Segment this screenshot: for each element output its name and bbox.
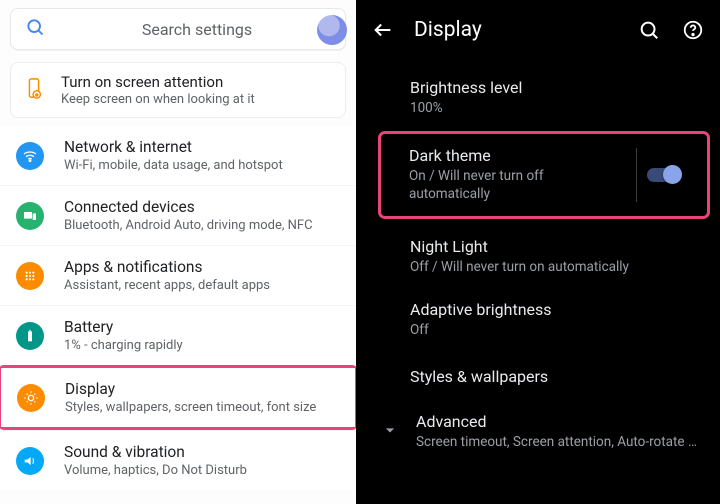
item-title: Adaptive brightness (410, 300, 700, 319)
suggestion-card[interactable]: ✦ Turn on screen attention Keep screen o… (10, 62, 346, 118)
item-subtitle: On / Will never turn off automatically (409, 167, 627, 203)
display-icon (17, 384, 45, 412)
help-button[interactable] (680, 17, 706, 43)
suggestion-title: Turn on screen attention (61, 73, 255, 91)
item-subtitle: Off / Will never turn on automatically (410, 258, 700, 276)
display-list: Brightness level 100% Dark theme On / Wi… (356, 60, 720, 455)
dark-theme-toggle[interactable] (647, 167, 683, 183)
settings-item-sound[interactable]: Sound & vibration Volume, haptics, Do No… (0, 430, 356, 490)
suggestion-subtitle: Keep screen on when looking at it (61, 92, 255, 107)
search-icon (25, 17, 45, 41)
item-title: Display (65, 380, 343, 398)
display-settings-panel: Display Brightness level 100% Dark theme… (356, 0, 720, 504)
account-avatar[interactable] (317, 15, 347, 45)
search-button[interactable] (636, 17, 662, 43)
item-title: Apps & notifications (64, 258, 344, 276)
item-adaptive-brightness[interactable]: Adaptive brightness Off (356, 288, 720, 351)
toggle-divider (636, 148, 637, 201)
topbar: Display (356, 0, 720, 60)
search-placeholder: Search settings (59, 20, 335, 39)
item-dark-theme[interactable]: Dark theme On / Will never turn off auto… (381, 134, 707, 215)
item-title: Sound & vibration (64, 443, 344, 461)
item-title: Brightness level (410, 78, 700, 97)
item-subtitle: Screen timeout, Screen attention, Auto-r… (416, 433, 700, 451)
settings-list: Network & internet Wi-Fi, mobile, data u… (0, 126, 356, 504)
apps-icon (16, 262, 44, 290)
battery-icon (16, 322, 44, 350)
item-subtitle: Wi-Fi, mobile, data usage, and hotspot (64, 158, 344, 173)
item-brightness[interactable]: Brightness level 100% (356, 66, 720, 129)
item-subtitle: Bluetooth, Android Auto, driving mode, N… (64, 218, 344, 233)
item-styles-wallpapers[interactable]: Styles & wallpapers (356, 351, 720, 402)
item-title: Network & internet (64, 138, 344, 156)
screen-attention-icon: ✦ (23, 77, 45, 103)
item-subtitle: Styles, wallpapers, screen timeout, font… (65, 400, 343, 415)
highlight-display: Display Styles, wallpapers, screen timeo… (0, 365, 358, 430)
item-night-light[interactable]: Night Light Off / Will never turn on aut… (356, 225, 720, 288)
item-title: Dark theme (409, 146, 627, 165)
item-subtitle: Off (410, 321, 700, 339)
page-title: Display (414, 18, 618, 42)
item-title: Battery (64, 318, 344, 336)
sound-icon (16, 447, 44, 475)
item-subtitle: 1% - charging rapidly (64, 338, 344, 353)
settings-item-apps[interactable]: Apps & notifications Assistant, recent a… (0, 245, 356, 305)
wifi-icon (16, 142, 44, 170)
chevron-down-icon (380, 420, 400, 444)
item-subtitle: Assistant, recent apps, default apps (64, 278, 344, 293)
item-subtitle: 100% (410, 99, 700, 117)
back-button[interactable] (370, 17, 396, 43)
devices-icon (16, 202, 44, 230)
settings-item-network[interactable]: Network & internet Wi-Fi, mobile, data u… (0, 126, 356, 185)
highlight-dark-theme: Dark theme On / Will never turn off auto… (378, 131, 710, 218)
item-subtitle: Volume, haptics, Do Not Disturb (64, 463, 344, 478)
item-title: Connected devices (64, 198, 344, 216)
item-advanced[interactable]: Advanced Screen timeout, Screen attentio… (356, 402, 720, 455)
settings-panel: Search settings ✦ Turn on screen attenti… (0, 0, 356, 504)
settings-item-battery[interactable]: Battery 1% - charging rapidly (0, 305, 356, 365)
item-title: Styles & wallpapers (410, 367, 700, 386)
settings-item-display[interactable]: Display Styles, wallpapers, screen timeo… (1, 368, 355, 427)
settings-item-devices[interactable]: Connected devices Bluetooth, Android Aut… (0, 185, 356, 245)
item-title: Advanced (416, 412, 700, 431)
svg-text:✦: ✦ (35, 92, 39, 98)
search-bar[interactable]: Search settings (10, 8, 346, 50)
item-title: Night Light (410, 237, 700, 256)
